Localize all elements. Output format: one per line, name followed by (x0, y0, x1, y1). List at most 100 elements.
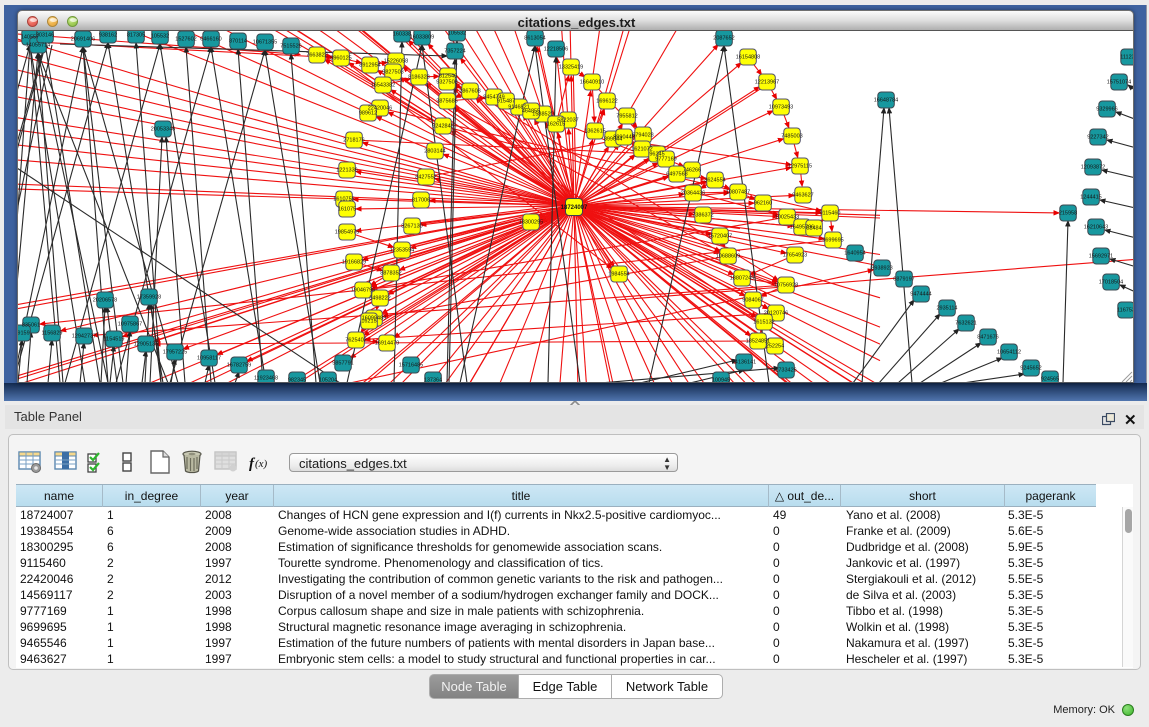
svg-text:6466160: 6466160 (200, 37, 221, 43)
svg-text:16215: 16215 (361, 319, 376, 325)
svg-text:9084067: 9084067 (742, 298, 763, 304)
svg-text:20364436: 20364436 (681, 191, 705, 197)
svg-text:1221336: 1221336 (336, 168, 357, 174)
svg-text:817006: 817006 (412, 198, 430, 204)
svg-text:20120746: 20120746 (764, 311, 788, 317)
svg-text:19166829: 19166829 (342, 260, 366, 266)
svg-text:162615: 162615 (547, 122, 565, 128)
svg-text:12353594: 12353594 (390, 248, 414, 254)
svg-text:1615132: 1615132 (753, 320, 774, 326)
svg-text:15720407: 15720407 (708, 234, 732, 240)
svg-text:8878352: 8878352 (380, 271, 401, 277)
svg-text:15692971: 15692971 (1089, 254, 1113, 260)
svg-text:9242848: 9242848 (432, 124, 453, 130)
svg-text:7663822: 7663822 (306, 53, 327, 59)
svg-text:16543382: 16543382 (371, 83, 395, 89)
svg-text:835061: 835061 (22, 323, 40, 329)
svg-text:16782759: 16782759 (227, 363, 251, 369)
svg-text:3624554: 3624554 (704, 178, 725, 184)
svg-text:10688609: 10688609 (716, 254, 740, 260)
svg-text:924565: 924565 (1041, 377, 1059, 383)
svg-text:6497568: 6497568 (666, 172, 687, 178)
svg-text:16154808: 16154808 (736, 55, 760, 61)
svg-text:6794028: 6794028 (632, 133, 653, 139)
svg-text:12213967: 12213967 (755, 80, 779, 86)
svg-text:7357224: 7357224 (444, 49, 465, 55)
svg-text:16210643: 16210643 (1084, 225, 1108, 231)
svg-text:938162: 938162 (99, 33, 117, 39)
svg-text:15751074: 15751074 (1107, 80, 1131, 86)
svg-text:20206578: 20206578 (93, 298, 117, 304)
svg-text:12218506: 12218506 (544, 47, 568, 53)
svg-text:8912954: 8912954 (359, 63, 380, 69)
svg-text:7515526: 7515526 (280, 44, 301, 50)
svg-text:1362615: 1362615 (584, 129, 605, 135)
svg-text:116753: 116753 (1117, 308, 1133, 314)
svg-text:215958: 215958 (1059, 211, 1077, 217)
svg-text:8938923: 8938923 (871, 266, 892, 272)
svg-text:1610755: 1610755 (333, 197, 354, 203)
svg-text:16033809: 16033809 (410, 35, 434, 41)
svg-text:100945: 100945 (712, 378, 730, 384)
svg-text:1984554: 1984554 (608, 272, 629, 278)
svg-text:17654923: 17654923 (783, 253, 807, 259)
svg-text:9699695: 9699695 (822, 238, 843, 244)
svg-text:1244415: 1244415 (1080, 195, 1101, 201)
svg-text:10975867: 10975867 (118, 322, 142, 328)
svg-text:(x): (x) (255, 458, 268, 470)
svg-text:2803144: 2803144 (424, 149, 445, 155)
svg-text:3498222: 3498222 (369, 296, 390, 302)
svg-text:8960125: 8960125 (330, 56, 351, 62)
svg-text:9115460: 9115460 (819, 211, 840, 217)
svg-text:1154519: 1154519 (103, 337, 124, 343)
svg-text:14055714: 14055714 (26, 43, 50, 49)
svg-text:6879197: 6879197 (893, 277, 914, 283)
svg-text:10025433: 10025433 (775, 215, 799, 221)
svg-text:20053346: 20053346 (151, 127, 175, 133)
svg-text:870114: 870114 (229, 39, 247, 45)
svg-text:16640910: 16640910 (580, 80, 604, 86)
svg-text:10654112: 10654112 (997, 350, 1021, 356)
svg-text:81484: 81484 (806, 226, 821, 232)
svg-text:10958117: 10958117 (197, 356, 221, 362)
svg-text:8990448: 8990448 (613, 135, 634, 141)
svg-text:17018504: 17018504 (1099, 280, 1123, 286)
svg-text:7955812: 7955812 (616, 114, 637, 120)
svg-text:111236: 111236 (1120, 55, 1133, 61)
svg-text:18724007: 18724007 (561, 205, 588, 211)
svg-text:9245652: 9245652 (1020, 366, 1041, 372)
svg-text:1527602: 1527602 (175, 37, 196, 43)
svg-text:7625402: 7625402 (345, 338, 366, 344)
svg-text:8427552: 8427552 (415, 175, 436, 181)
svg-text:20691406: 20691406 (71, 37, 95, 43)
svg-text:962160: 962160 (754, 201, 772, 207)
svg-text:9857791: 9857791 (332, 361, 353, 367)
svg-text:11923468: 11923468 (254, 376, 278, 382)
svg-text:161075: 161075 (338, 207, 356, 213)
svg-text:16648784: 16648784 (874, 98, 898, 104)
svg-text:39159: 39159 (18, 331, 30, 337)
svg-text:9329966: 9329966 (1096, 107, 1117, 113)
svg-text:8186328: 8186328 (408, 75, 429, 81)
svg-text:252254: 252254 (766, 344, 784, 350)
svg-text:13325419: 13325419 (559, 65, 583, 71)
svg-text:9327508: 9327508 (436, 80, 457, 86)
svg-text:2867608: 2867608 (459, 89, 480, 95)
svg-text:1640954: 1640954 (844, 251, 865, 257)
svg-text:137364: 137364 (424, 378, 442, 384)
svg-text:9474444: 9474444 (910, 292, 931, 298)
svg-text:15226058: 15226058 (384, 59, 408, 65)
svg-text:10756928: 10756928 (774, 283, 798, 289)
svg-text:10973493: 10973493 (769, 105, 793, 111)
svg-text:18807249: 18807249 (730, 276, 754, 282)
svg-text:1733426: 1733426 (775, 368, 796, 374)
svg-text:1696122: 1696122 (596, 99, 617, 105)
svg-text:12975115: 12975115 (788, 164, 812, 170)
svg-text:982345: 982345 (288, 378, 306, 384)
svg-text:10671355: 10671355 (253, 40, 277, 46)
svg-text:105532: 105532 (151, 34, 169, 40)
svg-text:817305: 817305 (127, 33, 145, 39)
svg-text:19046796: 19046796 (351, 288, 375, 294)
svg-text:10807487: 10807487 (726, 190, 750, 196)
svg-text:7485003: 7485003 (781, 134, 802, 140)
